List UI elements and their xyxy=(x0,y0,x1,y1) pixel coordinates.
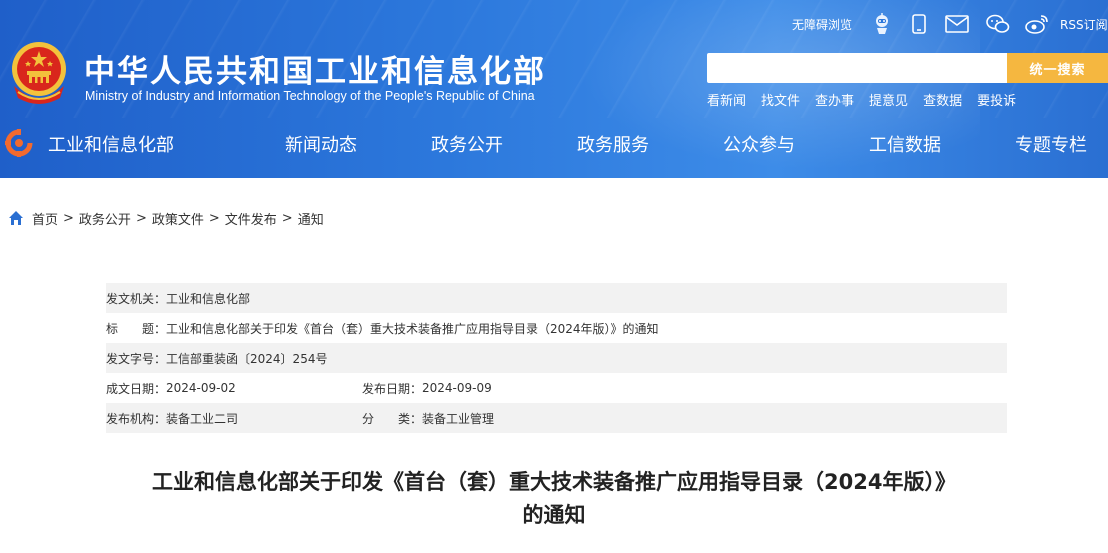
created-value: 2024-09-02 xyxy=(166,381,236,395)
quick-link-documents[interactable]: 找文件 xyxy=(761,90,800,109)
nav-item-participation[interactable]: 公众参与 xyxy=(694,120,824,168)
issuer-label: 发文机关： xyxy=(106,291,167,306)
nav-item-gov-services[interactable]: 政务服务 xyxy=(548,120,678,168)
quick-link-data[interactable]: 查数据 xyxy=(923,90,962,109)
article-title-line2: 的通知 xyxy=(522,503,586,527)
breadcrumb-separator: > xyxy=(63,210,74,226)
national-emblem-icon[interactable] xyxy=(8,40,70,106)
search-input[interactable] xyxy=(707,53,1007,83)
breadcrumb-gov-affairs[interactable]: 政务公开 xyxy=(79,209,131,228)
agency-cell: 发布机构： 装备工业二司 xyxy=(106,410,362,427)
breadcrumb-separator: > xyxy=(208,210,220,226)
breadcrumb-home[interactable]: 首页 xyxy=(32,209,58,228)
breadcrumb: 首页 > 政务公开 > 政策文件 > 文件发布 > 通知 xyxy=(8,208,324,228)
agency-value: 装备工业二司 xyxy=(166,411,239,426)
ministry-logo-icon[interactable] xyxy=(4,128,34,158)
weibo-icon[interactable] xyxy=(1024,12,1050,36)
breadcrumb-separator: > xyxy=(281,210,293,226)
created-label: 成文日期： xyxy=(106,381,167,396)
quick-link-complaint[interactable]: 要投诉 xyxy=(977,90,1016,109)
category-cell: 分 类： 装备工业管理 xyxy=(362,410,494,427)
breadcrumb-separator: > xyxy=(135,210,147,226)
mail-icon[interactable] xyxy=(944,12,970,36)
category-value: 装备工业管理 xyxy=(422,411,495,426)
breadcrumb-notice[interactable]: 通知 xyxy=(298,209,324,228)
info-row-dates: 成文日期： 2024-09-02 发布日期： 2024-09-09 xyxy=(106,373,1007,403)
main-nav: 工业和信息化部 新闻动态 政务公开 政务服务 公众参与 工信数据 专题专栏 xyxy=(46,120,1108,168)
robot-assistant-icon[interactable] xyxy=(869,12,895,36)
site-header: 中华人民共和国工业和信息化部 Ministry of Industry and … xyxy=(0,0,1108,178)
info-row-agency: 发布机构： 装备工业二司 分 类： 装备工业管理 xyxy=(106,403,1007,433)
top-bar: 无障碍浏览 RSS订阅 xyxy=(790,10,1108,38)
breadcrumb-policy-docs[interactable]: 政策文件 xyxy=(152,209,204,228)
published-date-cell: 发布日期： 2024-09-09 xyxy=(362,380,492,397)
search-button[interactable]: 统一搜索 xyxy=(1007,53,1108,83)
doc-number-label: 发文字号： xyxy=(106,351,167,366)
article-title-line1: 工业和信息化部关于印发《首台（套）重大技术装备推广应用指导目录（2024年版）》 xyxy=(152,470,956,494)
nav-item-ministry[interactable]: 工业和信息化部 xyxy=(46,120,176,168)
published-value: 2024-09-09 xyxy=(422,381,492,395)
nav-item-gov-affairs[interactable]: 政务公开 xyxy=(402,120,532,168)
quick-link-services[interactable]: 查办事 xyxy=(815,90,854,109)
title-value: 工业和信息化部关于印发《首台（套）重大技术装备推广应用指导目录（2024年版）》… xyxy=(166,321,659,336)
title-label: 标 题： xyxy=(106,321,167,336)
quick-links: 看新闻 找文件 查办事 提意见 查数据 要投诉 xyxy=(707,90,1016,109)
site-subtitle: Ministry of Industry and Information Tec… xyxy=(85,89,535,103)
nav-item-topics[interactable]: 专题专栏 xyxy=(986,120,1108,168)
wechat-icon[interactable] xyxy=(985,12,1011,36)
nav-item-news[interactable]: 新闻动态 xyxy=(256,120,386,168)
published-label: 发布日期： xyxy=(362,381,423,396)
quick-link-feedback[interactable]: 提意见 xyxy=(869,90,908,109)
category-label: 分 类： xyxy=(362,411,423,426)
agency-label: 发布机构： xyxy=(106,411,167,426)
document-info-table: 发文机关： 工业和信息化部 标 题： 工业和信息化部关于印发《首台（套）重大技术… xyxy=(106,283,1007,433)
breadcrumb-doc-release[interactable]: 文件发布 xyxy=(225,209,277,228)
issuer-value: 工业和信息化部 xyxy=(166,291,251,306)
article-title: 工业和信息化部关于印发《首台（套）重大技术装备推广应用指导目录（2024年版）》… xyxy=(100,466,1008,532)
doc-number-value: 工信部重装函〔2024〕254号 xyxy=(166,351,328,366)
info-row-issuer: 发文机关： 工业和信息化部 xyxy=(106,283,1007,313)
home-icon[interactable] xyxy=(8,210,24,226)
mobile-phone-icon[interactable] xyxy=(906,12,932,36)
rss-link[interactable]: RSS订阅 xyxy=(1060,10,1108,38)
quick-link-news[interactable]: 看新闻 xyxy=(707,90,746,109)
info-row-title: 标 题： 工业和信息化部关于印发《首台（套）重大技术装备推广应用指导目录（202… xyxy=(106,313,1007,343)
accessibility-link[interactable]: 无障碍浏览 xyxy=(792,10,852,38)
site-title[interactable]: 中华人民共和国工业和信息化部 xyxy=(84,46,546,91)
nav-item-data[interactable]: 工信数据 xyxy=(840,120,970,168)
info-row-doc-number: 发文字号： 工信部重装函〔2024〕254号 xyxy=(106,343,1007,373)
created-date-cell: 成文日期： 2024-09-02 xyxy=(106,380,362,397)
